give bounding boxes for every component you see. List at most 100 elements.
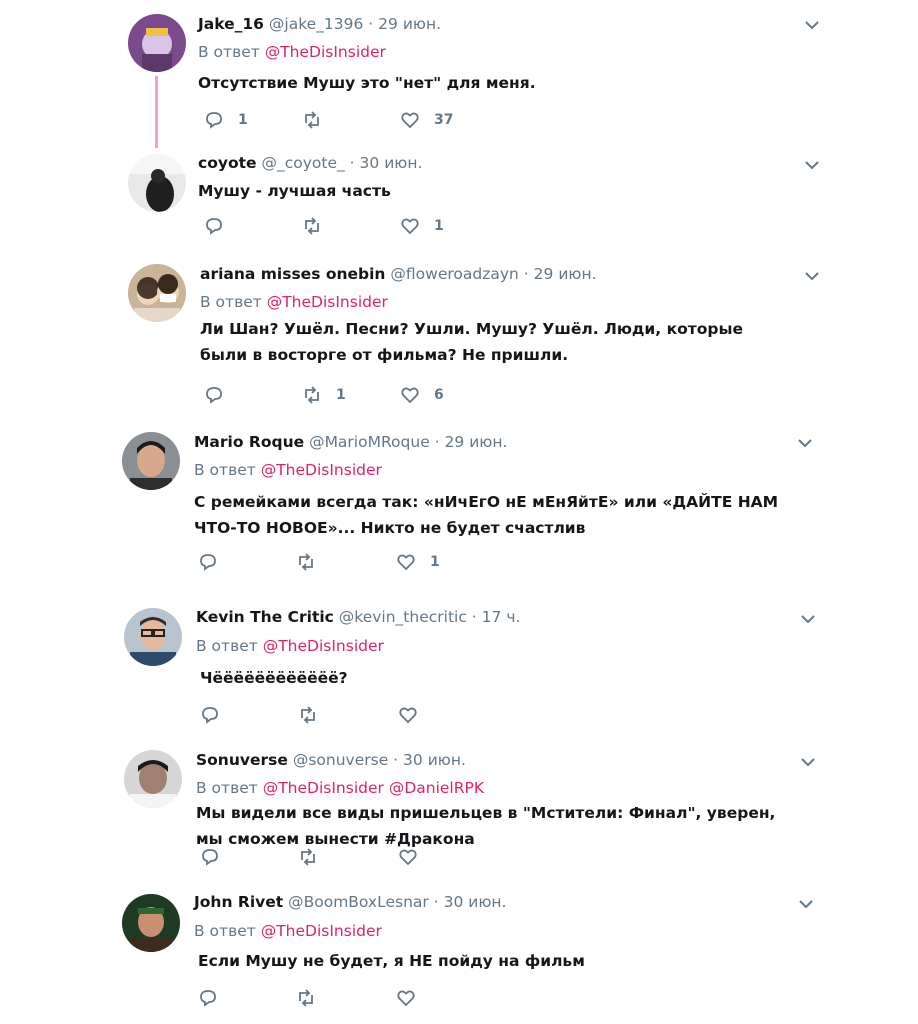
like-button[interactable]: 6: [400, 384, 444, 406]
separator-dot: ·: [349, 154, 355, 172]
author-handle[interactable]: @kevin_thecritic: [339, 608, 467, 626]
reply-icon: [206, 387, 222, 404]
like-button[interactable]: 1: [396, 551, 440, 573]
avatar[interactable]: [124, 608, 182, 666]
tweet[interactable]: ariana misses onebin @floweroadzayn · 29…: [0, 258, 918, 428]
retweet-button[interactable]: [302, 215, 336, 237]
author-handle[interactable]: @_coyote_: [261, 154, 344, 172]
tweet[interactable]: Jake_16 @jake_1396 · 29 июн. В ответ @Th…: [0, 0, 918, 150]
retweet-button[interactable]: 1: [302, 384, 346, 406]
chevron-down-icon[interactable]: [797, 438, 813, 448]
heart-icon: [401, 218, 419, 235]
timestamp[interactable]: 30 июн.: [403, 751, 466, 769]
author-handle[interactable]: @jake_1396: [269, 15, 363, 33]
reply-button[interactable]: [198, 551, 232, 573]
retweet-icon: [305, 111, 319, 129]
like-button[interactable]: [398, 846, 432, 868]
author-handle[interactable]: @floweroadzayn: [390, 265, 518, 283]
retweet-button[interactable]: [296, 551, 330, 573]
reply-prefix: В ответ: [196, 779, 258, 797]
heart-icon: [397, 990, 415, 1007]
like-count: 1: [430, 554, 440, 570]
tweet[interactable]: Mario Roque @MarioMRoque · 29 июн. В отв…: [0, 428, 918, 598]
chevron-down-icon[interactable]: [804, 20, 820, 30]
avatar[interactable]: [128, 154, 186, 212]
avatar[interactable]: [122, 432, 180, 490]
retweet-button[interactable]: [298, 704, 332, 726]
tweet-text: С ремейками всегда так: «нИчЕгО нЕ мЕнЯй…: [194, 493, 779, 537]
author-name[interactable]: coyote: [198, 154, 257, 172]
chevron-down-icon[interactable]: [800, 614, 816, 624]
tweet[interactable]: coyote @_coyote_ · 30 июн. Мушу - лучшая…: [0, 150, 918, 258]
like-count: 37: [434, 112, 454, 128]
timestamp[interactable]: 30 июн.: [360, 154, 423, 172]
timestamp[interactable]: 17 ч.: [482, 608, 521, 626]
reply-button[interactable]: [204, 215, 238, 237]
author-handle[interactable]: @sonuverse: [293, 751, 388, 769]
tweet-text: Если Мушу не будет, я НЕ пойду на фильм: [198, 952, 585, 970]
heart-icon: [397, 554, 415, 571]
author-handle[interactable]: @BoomBoxLesnar: [288, 893, 429, 911]
mention-link[interactable]: @DanielRPK: [389, 779, 484, 797]
reply-button[interactable]: 1: [204, 109, 248, 131]
like-button[interactable]: [396, 987, 430, 1009]
separator-dot: ·: [471, 608, 477, 626]
separator-dot: ·: [434, 433, 440, 451]
author-name[interactable]: Jake_16: [198, 15, 264, 33]
author-name[interactable]: Mario Roque: [194, 433, 304, 451]
author-name[interactable]: Kevin The Critic: [196, 608, 334, 626]
retweet-button[interactable]: [302, 109, 336, 131]
reply-count: 1: [238, 112, 248, 128]
mention-link[interactable]: @TheDisInsider: [263, 779, 384, 797]
mention-link[interactable]: @TheDisInsider: [267, 293, 388, 311]
reply-icon: [200, 990, 216, 1007]
like-button[interactable]: 1: [400, 215, 444, 237]
reply-button[interactable]: [200, 704, 234, 726]
reply-button[interactable]: [198, 987, 232, 1009]
like-button[interactable]: 37: [400, 109, 453, 131]
avatar[interactable]: [122, 894, 180, 952]
timestamp[interactable]: 29 июн.: [445, 433, 508, 451]
avatar[interactable]: [124, 750, 182, 808]
mention-link[interactable]: @TheDisInsider: [265, 43, 386, 61]
avatar[interactable]: [128, 14, 186, 72]
retweet-button[interactable]: [298, 846, 332, 868]
tweet[interactable]: Sonuverse @sonuverse · 30 июн. В ответ @…: [0, 744, 918, 886]
timestamp[interactable]: 29 июн.: [534, 265, 597, 283]
mention-link[interactable]: @TheDisInsider: [261, 461, 382, 479]
reply-button[interactable]: [200, 846, 234, 868]
tweet-text: Мушу - лучшая часть: [198, 182, 391, 200]
heart-icon: [399, 849, 417, 866]
retweet-button[interactable]: [296, 987, 330, 1009]
like-button[interactable]: [398, 704, 432, 726]
heart-icon: [401, 112, 419, 129]
author-handle[interactable]: @MarioMRoque: [309, 433, 430, 451]
chevron-down-icon[interactable]: [800, 757, 816, 767]
reply-prefix: В ответ: [198, 43, 260, 61]
chevron-down-icon[interactable]: [804, 271, 820, 281]
like-count: 6: [434, 387, 444, 403]
reply-prefix: В ответ: [194, 922, 256, 940]
timestamp[interactable]: 30 июн.: [444, 893, 507, 911]
retweet-icon: [301, 848, 315, 866]
reply-button[interactable]: [204, 384, 238, 406]
tweet[interactable]: John Rivet @BoomBoxLesnar · 30 июн. В от…: [0, 886, 918, 1024]
chevron-down-icon[interactable]: [798, 899, 814, 909]
tweet-text: Чёёёёёёёёёёёё?: [200, 669, 348, 687]
chevron-down-icon[interactable]: [804, 160, 820, 170]
reply-icon: [200, 554, 216, 571]
author-name[interactable]: John Rivet: [194, 893, 283, 911]
separator-dot: ·: [433, 893, 439, 911]
mention-link[interactable]: @TheDisInsider: [261, 922, 382, 940]
retweet-icon: [305, 386, 319, 404]
tweet-text: Отсутствие Мушу это "нет" для меня.: [198, 74, 536, 92]
retweet-icon: [299, 989, 313, 1007]
heart-icon: [399, 707, 417, 724]
timestamp[interactable]: 29 июн.: [378, 15, 441, 33]
tweet[interactable]: Kevin The Critic @kevin_thecritic · 17 ч…: [0, 598, 918, 744]
mention-link[interactable]: @TheDisInsider: [263, 637, 384, 655]
retweet-icon: [305, 217, 319, 235]
author-name[interactable]: ariana misses onebin: [200, 265, 385, 283]
avatar[interactable]: [128, 264, 186, 322]
author-name[interactable]: Sonuverse: [196, 751, 288, 769]
